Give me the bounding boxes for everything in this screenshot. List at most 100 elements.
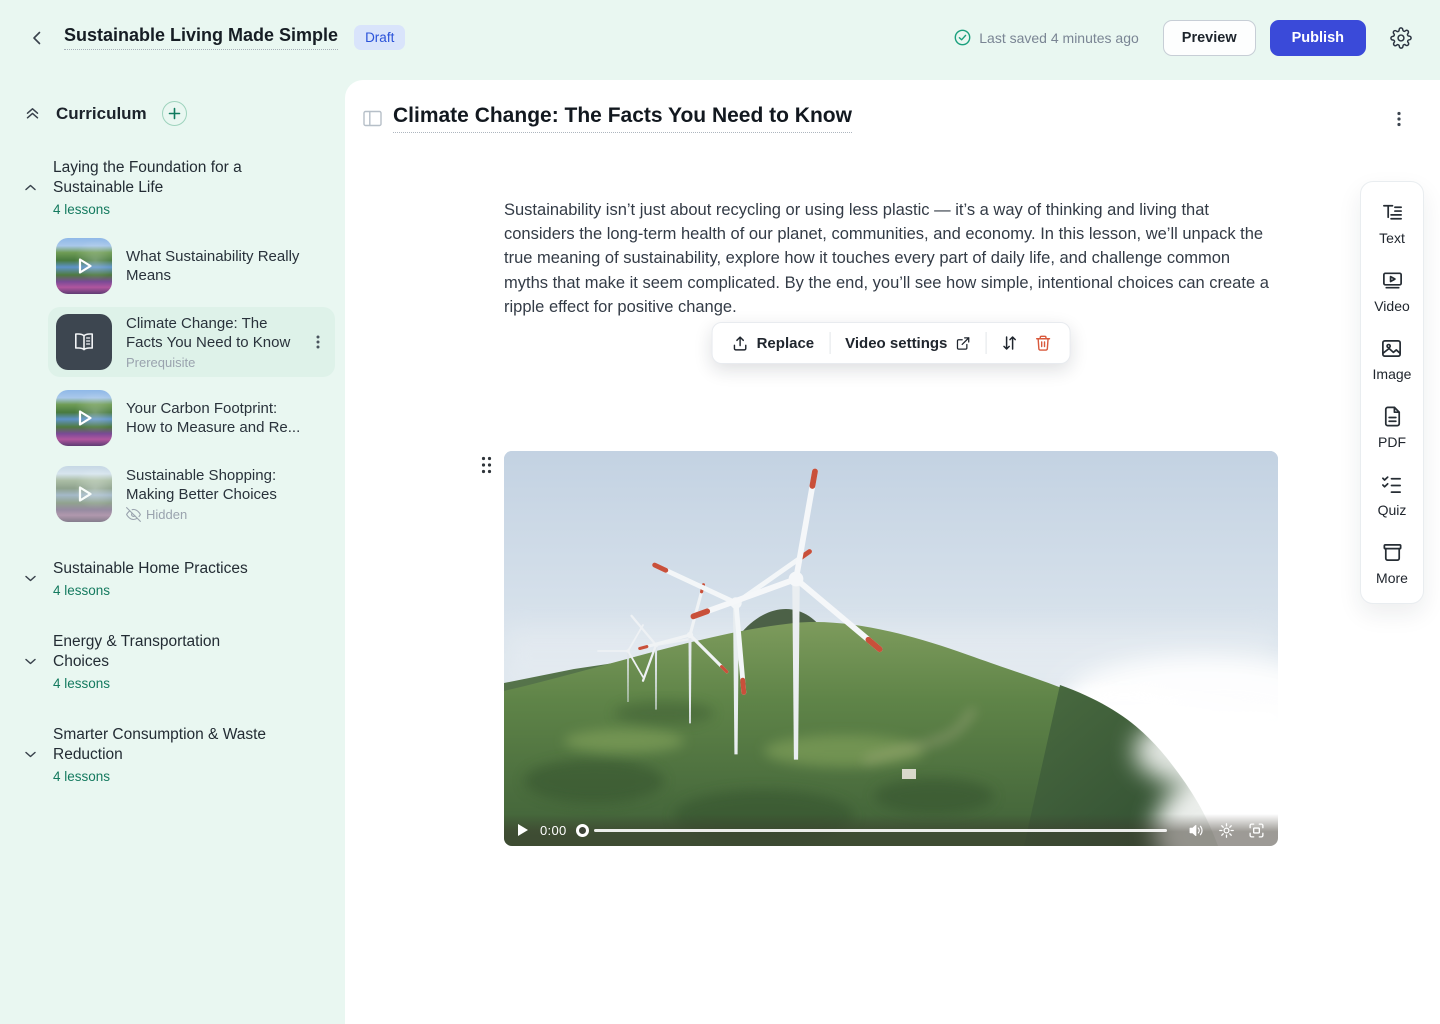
play-icon <box>517 823 529 837</box>
section-title: Smarter Consumption & Waste Reduction <box>53 725 275 765</box>
collapse-all-icon <box>24 105 41 122</box>
chevron-left-icon <box>28 29 46 47</box>
image-icon <box>1380 337 1403 360</box>
video-block: 0:00 <box>504 451 1278 846</box>
section-lesson-count: 4 lessons <box>53 676 275 691</box>
tool-text[interactable]: Text <box>1379 201 1405 246</box>
lesson-hidden-status: Hidden <box>126 507 302 522</box>
curriculum-section: Sustainable Home Practices 4 lessons <box>0 559 345 598</box>
eye-off-icon <box>126 507 141 522</box>
insert-block-panel: Text Video Image PDF Quiz More <box>1360 181 1424 604</box>
trash-icon <box>1034 334 1051 352</box>
fullscreen-icon <box>1248 822 1265 839</box>
progress-track[interactable] <box>594 829 1167 832</box>
lesson-editor-panel: Climate Change: The Facts You Need to Kn… <box>345 80 1440 1024</box>
plus-icon <box>168 107 181 120</box>
collapse-all-button[interactable] <box>24 105 41 122</box>
section-header[interactable]: Laying the Foundation for a Sustainable … <box>0 158 345 217</box>
kebab-icon <box>311 334 325 350</box>
replace-video-button[interactable]: Replace <box>723 331 824 356</box>
volume-button[interactable] <box>1186 820 1207 841</box>
chevron-down-icon <box>23 654 38 669</box>
course-title[interactable]: Sustainable Living Made Simple <box>64 25 338 50</box>
lesson-content: Sustainability isn’t just about recyclin… <box>504 198 1278 319</box>
chevron-down-icon <box>23 747 38 762</box>
lesson-item-selected[interactable]: Climate Change: The Facts You Need to Kn… <box>48 307 335 377</box>
lesson-header: Climate Change: The Facts You Need to Kn… <box>345 80 1440 133</box>
video-settings-button[interactable]: Video settings <box>836 331 979 356</box>
text-icon <box>1381 201 1404 224</box>
curriculum-section: Energy & Transportation Choices 4 lesson… <box>0 632 345 691</box>
section-lesson-count: 4 lessons <box>53 583 275 598</box>
section-header[interactable]: Sustainable Home Practices 4 lessons <box>0 559 345 598</box>
settings-button[interactable] <box>1386 23 1416 53</box>
chevron-up-icon <box>23 180 38 195</box>
curriculum-sidebar: Curriculum Laying the Foundation for a S… <box>0 75 345 1024</box>
tool-pdf[interactable]: PDF <box>1378 405 1406 450</box>
lesson-item[interactable]: Your Carbon Footprint: How to Measure an… <box>48 383 335 453</box>
video-timestamp: 0:00 <box>540 823 567 838</box>
quiz-icon <box>1380 473 1403 496</box>
delete-block-button[interactable] <box>1026 330 1059 356</box>
drag-handle-icon[interactable] <box>481 456 492 474</box>
lesson-title: Sustainable Shopping: Making Better Choi… <box>126 466 302 504</box>
lesson-paragraph[interactable]: Sustainability isn’t just about recyclin… <box>504 198 1278 319</box>
toolbar-divider <box>829 332 830 354</box>
move-block-button[interactable] <box>992 330 1026 356</box>
upload-icon <box>732 335 749 352</box>
check-circle-icon <box>954 29 971 46</box>
last-saved-text: Last saved 4 minutes ago <box>979 30 1139 46</box>
lesson-title: Your Carbon Footprint: How to Measure an… <box>126 399 302 437</box>
toolbar-divider <box>985 332 986 354</box>
video-block-toolbar: Replace Video settings <box>712 322 1071 364</box>
lesson-options-button[interactable] <box>1388 106 1410 132</box>
section-lesson-count: 4 lessons <box>53 769 275 784</box>
play-icon <box>56 390 112 446</box>
video-player[interactable]: 0:00 <box>504 451 1278 846</box>
tool-image[interactable]: Image <box>1373 337 1412 382</box>
back-button[interactable] <box>24 25 50 51</box>
book-open-icon <box>71 329 97 355</box>
lesson-menu-button[interactable] <box>309 332 327 352</box>
play-button[interactable] <box>515 821 531 839</box>
tool-more[interactable]: More <box>1376 541 1408 586</box>
tool-video[interactable]: Video <box>1374 269 1410 314</box>
lesson-list: What Sustainability Really Means Climate… <box>48 231 335 529</box>
lesson-item-hidden[interactable]: Sustainable Shopping: Making Better Choi… <box>48 459 335 529</box>
tool-quiz[interactable]: Quiz <box>1378 473 1407 518</box>
fullscreen-button[interactable] <box>1246 820 1267 841</box>
section-title: Sustainable Home Practices <box>53 559 275 579</box>
curriculum-section: Laying the Foundation for a Sustainable … <box>0 158 345 529</box>
publish-button[interactable]: Publish <box>1270 20 1366 56</box>
video-thumbnail <box>56 390 112 446</box>
section-title: Energy & Transportation Choices <box>53 632 275 672</box>
settings-icon <box>1218 822 1235 839</box>
lesson-item[interactable]: What Sustainability Really Means <box>48 231 335 301</box>
video-thumbnail <box>56 238 112 294</box>
lesson-page-title[interactable]: Climate Change: The Facts You Need to Kn… <box>393 104 852 133</box>
status-badge: Draft <box>354 25 405 50</box>
swap-arrows-icon <box>1000 334 1018 352</box>
kebab-icon <box>1392 110 1406 128</box>
section-header[interactable]: Smarter Consumption & Waste Reduction 4 … <box>0 725 345 784</box>
curriculum-header: Curriculum <box>0 75 345 126</box>
video-frame-image <box>504 451 1278 846</box>
player-settings-button[interactable] <box>1216 820 1237 841</box>
gear-icon <box>1390 27 1412 49</box>
curriculum-section: Smarter Consumption & Waste Reduction 4 … <box>0 725 345 784</box>
external-link-icon <box>955 336 970 351</box>
pdf-icon <box>1381 405 1404 428</box>
preview-button[interactable]: Preview <box>1163 20 1256 56</box>
lesson-title: Climate Change: The Facts You Need to Kn… <box>126 314 295 352</box>
toggle-sidebar-button[interactable] <box>363 110 382 127</box>
play-icon <box>56 238 112 294</box>
save-status: Last saved 4 minutes ago <box>954 29 1139 46</box>
section-header[interactable]: Energy & Transportation Choices 4 lesson… <box>0 632 345 691</box>
section-lesson-count: 4 lessons <box>53 202 275 217</box>
video-icon <box>1381 269 1404 292</box>
add-section-button[interactable] <box>162 101 187 126</box>
volume-icon <box>1188 822 1205 839</box>
scrubber-knob[interactable] <box>576 824 589 837</box>
curriculum-title: Curriculum <box>56 104 147 124</box>
video-controls: 0:00 <box>504 814 1278 846</box>
